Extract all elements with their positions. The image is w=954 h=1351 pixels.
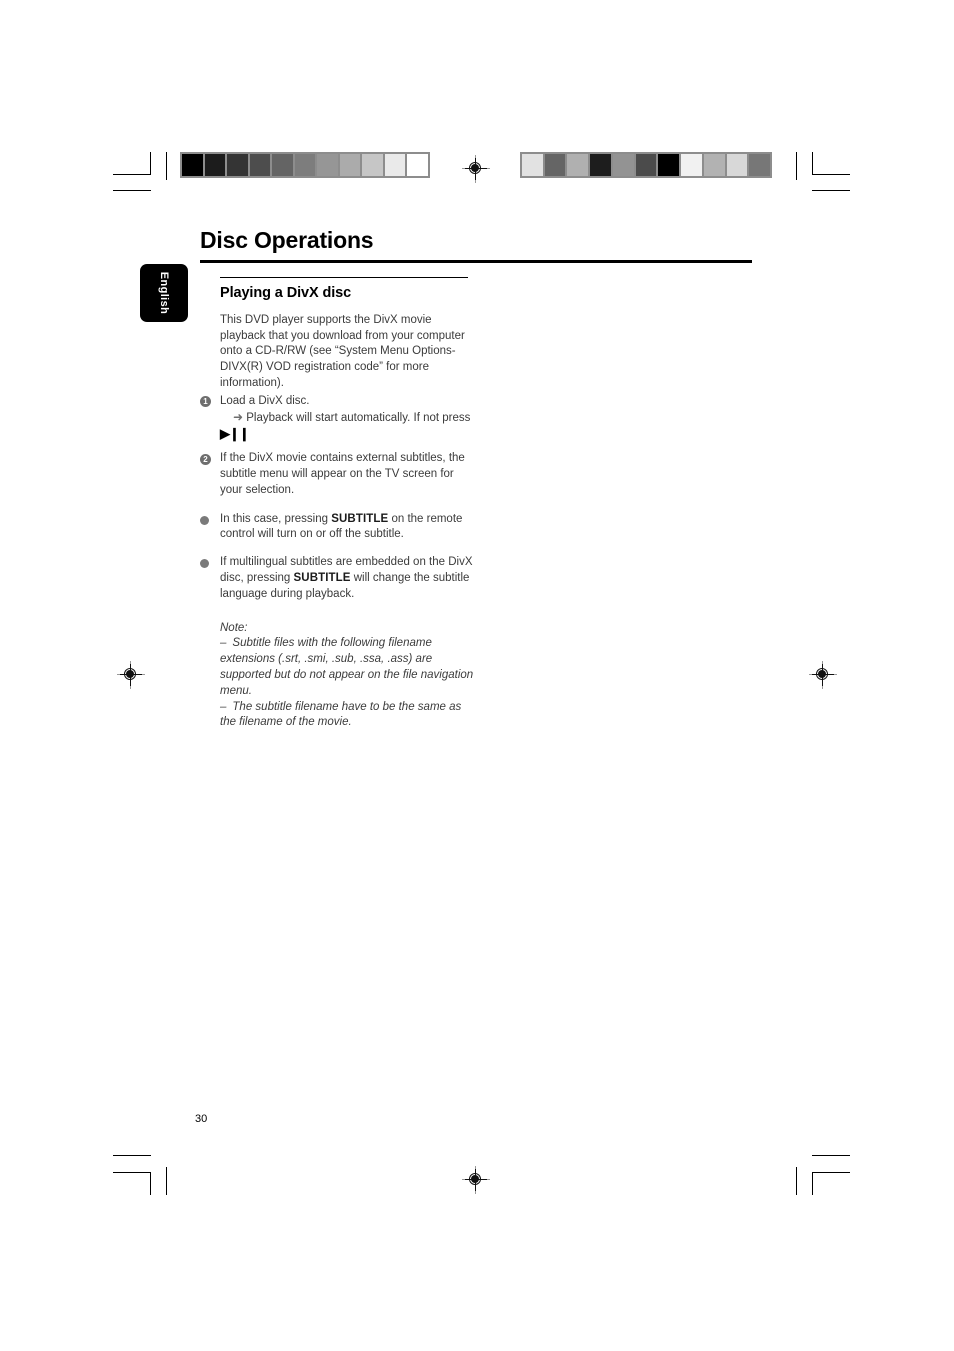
color-swatch-8 [339, 154, 361, 176]
crop-mark-top-left-horizontal [113, 174, 151, 175]
color-swatch-11 [749, 154, 771, 176]
crop-mark-bottom-left-upper [113, 1155, 151, 1156]
crop-mark-bottom-right-vertical [812, 1172, 813, 1195]
content-column: Playing a DivX disc This DVD player supp… [200, 285, 475, 732]
color-swatch-2 [544, 154, 566, 176]
transport-glyph-row: ▶❙❙ [220, 426, 475, 444]
crop-mark-top-right-lower [812, 190, 850, 191]
color-swatch-4 [590, 154, 611, 176]
bullet-marker-1 [200, 512, 220, 531]
color-swatch-6 [294, 154, 316, 176]
crop-mark-top-left-vertical [150, 152, 151, 175]
crop-mark-bottom-right-horizontal [812, 1172, 850, 1173]
color-swatch-3 [227, 154, 248, 176]
bullet-marker-2 [200, 555, 220, 574]
color-swatch-9 [362, 154, 383, 176]
color-calibration-bar-right [520, 152, 772, 178]
note-item-2: – The subtitle filename have to be the sa… [220, 700, 475, 732]
section-heading: Playing a DivX disc [220, 285, 352, 301]
note-label: Note: [220, 621, 248, 634]
color-swatch-2 [204, 154, 226, 176]
color-swatch-5 [272, 154, 293, 176]
registration-target-bottom-center [462, 1166, 490, 1194]
registration-target-top-center [462, 155, 490, 183]
dot-bullet-icon [200, 515, 209, 525]
crop-mark-bottom-right-tick [796, 1167, 797, 1195]
section-rule [220, 277, 468, 278]
registration-target-left [117, 661, 145, 689]
step-result-text-1: Playback will start automatically. If no… [246, 411, 471, 424]
bullet-text-2: If multilingual subtitles are embedded o… [220, 555, 475, 602]
page-header: Disc Operations [200, 227, 752, 253]
note-item-1: – Subtitle files with the following filen… [220, 636, 475, 699]
crop-mark-bottom-right-upper [812, 1155, 850, 1156]
crop-mark-top-right-tick [796, 152, 797, 180]
crop-mark-bottom-left-tick [166, 1167, 167, 1195]
bullet-item-2: If multilingual subtitles are embedded o… [200, 555, 475, 602]
play-pause-icon: ▶❙❙ [220, 426, 250, 442]
color-swatch-9 [703, 154, 725, 176]
note-dash-icon: – [220, 700, 227, 713]
language-tab-label: English [158, 271, 170, 315]
numbered-bullet-icon: 1 [200, 396, 211, 408]
color-swatch-4 [249, 154, 271, 176]
step-item-1: 1 Load a DivX disc. ➜ Playback will star… [200, 394, 475, 444]
registration-target-right [809, 661, 837, 689]
bullet-1-key: SUBTITLE [331, 512, 389, 525]
bullet-1-before: In this case, pressing [220, 512, 332, 525]
crop-mark-bottom-left-vertical [150, 1172, 151, 1195]
crop-mark-top-right-vertical [812, 152, 813, 175]
crop-mark-bottom-left-horizontal [113, 1172, 151, 1173]
step-result-1: ➜ Playback will start automatically. If … [233, 410, 475, 427]
crop-mark-top-right-horizontal [812, 174, 850, 175]
color-swatch-5 [612, 154, 634, 176]
step-item-2: 2 If the DivX movie contains external su… [200, 451, 475, 498]
color-swatch-6 [635, 154, 657, 176]
note-item-2-text: The subtitle filename have to be the sam… [220, 700, 462, 729]
color-swatch-8 [681, 154, 702, 176]
note-block: Note: – Subtitle files with the following… [220, 621, 475, 732]
step-marker-1: 1 [200, 394, 220, 410]
bullet-item-1: In this case, pressing SUBTITLE on the r… [200, 512, 475, 544]
note-dash-icon: – [220, 637, 227, 650]
color-swatch-1 [522, 154, 543, 176]
numbered-bullet-icon: 2 [200, 453, 211, 465]
page-title: Disc Operations [200, 227, 374, 253]
bullet-text-1: In this case, pressing SUBTITLE on the r… [220, 512, 475, 544]
color-swatch-11 [407, 154, 429, 176]
color-swatch-10 [726, 154, 748, 176]
step-text-2: If the DivX movie contains external subt… [220, 452, 465, 496]
color-swatch-10 [384, 154, 406, 176]
step-text-1: Load a DivX disc. ➜ Playback will start … [220, 394, 475, 444]
language-tab: English [140, 264, 188, 322]
color-swatch-7 [317, 154, 338, 176]
color-swatch-3 [567, 154, 589, 176]
page-number: 30 [195, 1113, 208, 1125]
crop-mark-top-left-tick [166, 152, 167, 180]
section-intro: This DVD player supports the DivX movie … [220, 313, 465, 389]
color-swatch-1 [182, 154, 203, 176]
crop-mark-top-left-lower [113, 190, 151, 191]
color-calibration-bar-left [180, 152, 430, 178]
step-marker-2: 2 [200, 451, 220, 467]
header-rule [200, 260, 752, 263]
note-item-1-text: Subtitle files with the following filena… [220, 637, 474, 697]
bullet-2-key: SUBTITLE [293, 571, 351, 584]
step-label-1: Load a DivX disc. [220, 394, 310, 407]
arrow-right-icon: ➜ [233, 409, 244, 424]
dot-bullet-icon [200, 559, 209, 569]
color-swatch-7 [658, 154, 680, 176]
